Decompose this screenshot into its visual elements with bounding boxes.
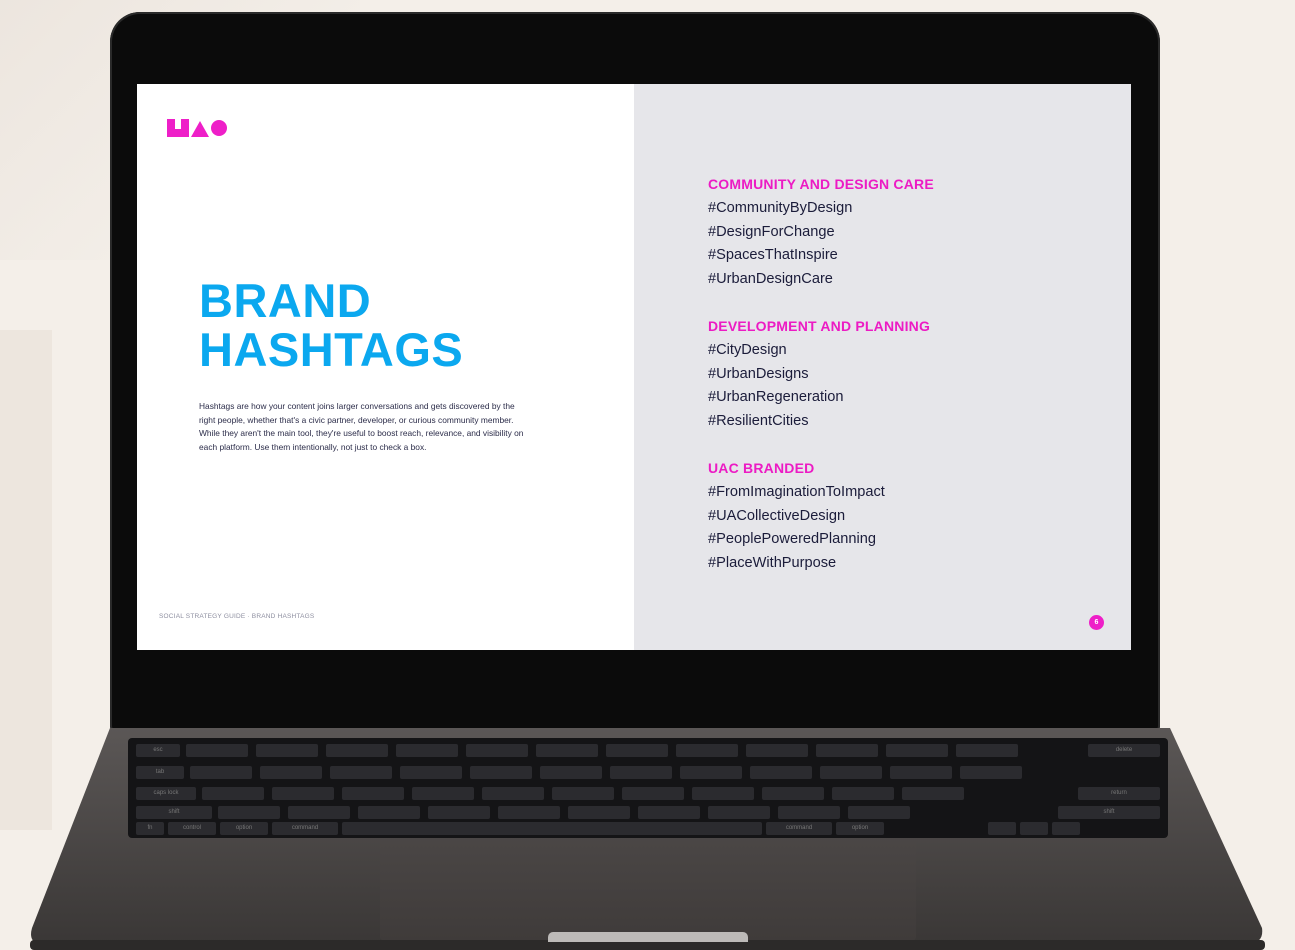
group-heading: UAC BRANDED [708, 460, 815, 476]
letter-key [708, 806, 770, 819]
title-line-2: HASHTAGS [199, 323, 464, 376]
key-command-right: command [766, 822, 832, 835]
page-title: BRAND HASHTAGS [199, 276, 463, 374]
key-tab: tab [136, 766, 184, 779]
laptop-screen: BRAND HASHTAGS Hashtags are how your con… [137, 84, 1131, 650]
letter-key [820, 766, 882, 779]
keyboard: esc tab caps lock shift fn control optio… [128, 738, 1168, 838]
key-arrow-right [1052, 822, 1080, 835]
key-command-left: command [272, 822, 338, 835]
trackpad [380, 842, 916, 940]
letter-key [330, 766, 392, 779]
hashtag: #CityDesign [708, 342, 787, 358]
hashtag: #SpacesThatInspire [708, 247, 838, 264]
letter-key [606, 744, 668, 757]
key-esc: esc [136, 744, 180, 757]
letter-key [778, 806, 840, 819]
key-fn: fn [136, 822, 164, 835]
key-shift-left: shift [136, 806, 212, 819]
letter-key [466, 744, 528, 757]
laptop-notch [548, 932, 748, 942]
letter-key [326, 744, 388, 757]
hashtag: #UrbanDesigns [708, 365, 809, 382]
hashtag: #FromImaginationToImpact [708, 484, 885, 500]
hashtag: #UrbanRegeneration [708, 389, 844, 406]
letter-key [186, 744, 248, 757]
key-option-left: option [220, 822, 268, 835]
group-heading: COMMUNITY AND DESIGN CARE [708, 176, 934, 192]
key-arrow-left [988, 822, 1016, 835]
letter-key [638, 806, 700, 819]
letter-key [358, 806, 420, 819]
letter-key [552, 787, 614, 800]
letter-key [762, 787, 824, 800]
letter-key [886, 744, 948, 757]
letter-key [412, 787, 474, 800]
letter-key [610, 766, 672, 779]
letter-key [750, 766, 812, 779]
letter-key [680, 766, 742, 779]
letter-key [218, 806, 280, 819]
hashtag: #PlaceWithPurpose [708, 555, 837, 572]
key-space [342, 822, 762, 835]
letter-key [816, 744, 878, 757]
hashtag: #CommunityByDesign [708, 200, 853, 216]
letter-key [692, 787, 754, 800]
letter-key [746, 744, 808, 757]
key-option-right: option [836, 822, 884, 835]
letter-key [536, 744, 598, 757]
key-delete: delete [1088, 744, 1160, 757]
letter-key [260, 766, 322, 779]
letter-key [428, 806, 490, 819]
hashtag: #ResilientCities [708, 413, 809, 430]
hashtag: #UrbanDesignCare [708, 271, 833, 288]
letter-key [960, 766, 1022, 779]
letter-key [202, 787, 264, 800]
page-number-badge: 6 [1089, 615, 1104, 630]
letter-key [832, 787, 894, 800]
hashtag-group-uac-branded: UAC BRANDED #FromImaginationToImpact #UA… [708, 460, 885, 576]
letter-key [568, 806, 630, 819]
uac-logo-icon [167, 119, 227, 137]
letter-key [676, 744, 738, 757]
letter-key [890, 766, 952, 779]
right-page: COMMUNITY AND DESIGN CARE #CommunityByDe… [634, 84, 1131, 650]
letter-key [498, 806, 560, 819]
letter-key [272, 787, 334, 800]
letter-key [470, 766, 532, 779]
letter-key [848, 806, 910, 819]
hashtag-group-development: DEVELOPMENT AND PLANNING #CityDesign #Ur… [708, 318, 930, 434]
letter-key [342, 787, 404, 800]
key-shift-right: shift [1058, 806, 1160, 819]
hashtag: #UACollectiveDesign [708, 507, 846, 524]
letter-key [396, 744, 458, 757]
hashtag: #DesignForChange [708, 223, 835, 240]
hashtag-group-community: COMMUNITY AND DESIGN CARE #CommunityByDe… [708, 176, 934, 292]
hashtag: #PeoplePoweredPlanning [708, 531, 876, 548]
key-caps-lock: caps lock [136, 787, 196, 800]
key-return: return [1078, 787, 1160, 800]
letter-key [622, 787, 684, 800]
letter-key [902, 787, 964, 800]
key-control: control [168, 822, 216, 835]
intro-paragraph: Hashtags are how your content joins larg… [199, 401, 524, 452]
letter-key [956, 744, 1018, 757]
letter-key [190, 766, 252, 779]
letter-key [400, 766, 462, 779]
letter-key [288, 806, 350, 819]
letter-key [256, 744, 318, 757]
letter-key [482, 787, 544, 800]
letter-key [540, 766, 602, 779]
title-line-1: BRAND [199, 274, 372, 327]
footer-label: SOCIAL STRATEGY GUIDE · BRAND HASHTAGS [159, 613, 315, 620]
key-arrow-updown [1020, 822, 1048, 835]
group-heading: DEVELOPMENT AND PLANNING [708, 318, 931, 334]
